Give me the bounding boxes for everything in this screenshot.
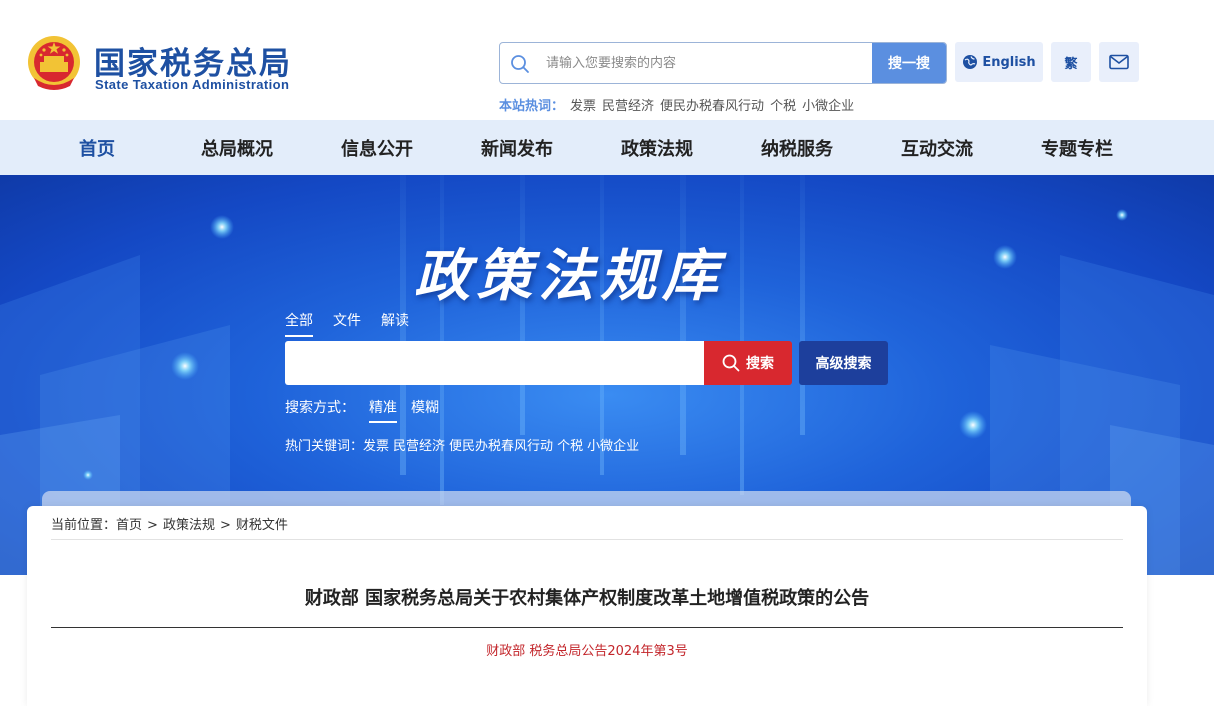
- search-mode: 搜索方式： 精准 模糊: [285, 397, 439, 423]
- tab-interpretations[interactable]: 解读: [381, 310, 409, 337]
- hot-keywords-label: 热门关键词：: [285, 439, 364, 454]
- policy-library-title: 政策法规库: [414, 243, 724, 309]
- nav-item-info-disclosure[interactable]: 信息公开: [307, 120, 447, 175]
- tab-all[interactable]: 全部: [285, 310, 313, 337]
- search-mode-label: 搜索方式：: [285, 400, 355, 416]
- hotword-link[interactable]: 便民办税春风行动: [660, 99, 764, 114]
- library-search-label: 搜索: [746, 356, 774, 372]
- document-number: 财政部 税务总局公告2024年第3号: [486, 644, 688, 659]
- nav-item-home[interactable]: 首页: [27, 120, 167, 175]
- header-search-button[interactable]: 搜一搜: [872, 43, 946, 83]
- hotword-link[interactable]: 小微企业: [802, 99, 854, 114]
- nav-item-news[interactable]: 新闻发布: [447, 120, 587, 175]
- main-nav: 首页 总局概况 信息公开 新闻发布 政策法规 纳税服务 互动交流 专题专栏: [0, 120, 1214, 175]
- search-icon: [722, 354, 740, 372]
- site-hotwords: 本站热词： 发票 民营经济 便民办税春风行动 个税 小微企业: [499, 95, 854, 114]
- header-search-input[interactable]: [546, 43, 866, 83]
- title-divider: [51, 627, 1123, 628]
- library-search-input[interactable]: [285, 341, 705, 385]
- hotword-link[interactable]: 个税: [770, 99, 796, 114]
- mode-fuzzy[interactable]: 模糊: [411, 397, 439, 423]
- document-title: 财政部 国家税务总局关于农村集体产权制度改革土地增值税政策的公告: [304, 588, 870, 609]
- nav-item-policy[interactable]: 政策法规: [587, 120, 727, 175]
- library-scope-tabs: 全部 文件 解读: [285, 310, 409, 337]
- hot-keyword-link[interactable]: 个税: [557, 439, 583, 454]
- hot-keyword-link[interactable]: 民营经济: [393, 439, 445, 454]
- breadcrumb-home[interactable]: 首页: [116, 518, 142, 533]
- breadcrumb: 当前位置：首页 > 政策法规 > 财税文件: [51, 514, 288, 533]
- mail-button[interactable]: [1099, 42, 1139, 82]
- nav-item-special-topics[interactable]: 专题专栏: [1007, 120, 1147, 175]
- hotword-link[interactable]: 民营经济: [602, 99, 654, 114]
- breadcrumb-policy[interactable]: 政策法规: [163, 518, 215, 533]
- hot-keyword-link[interactable]: 便民办税春风行动: [449, 439, 553, 454]
- globe-icon: [963, 55, 978, 69]
- nav-item-tax-service[interactable]: 纳税服务: [727, 120, 867, 175]
- english-version-label: English: [982, 54, 1036, 70]
- breadcrumb-separator: >: [219, 518, 231, 533]
- traditional-chinese-button[interactable]: 繁: [1051, 42, 1091, 82]
- breadcrumb-label: 当前位置：: [51, 518, 117, 533]
- library-search-button[interactable]: 搜索: [704, 341, 792, 385]
- site-header: 国家税务总局 State Taxation Administration 搜一搜…: [0, 0, 1214, 120]
- nav-item-overview[interactable]: 总局概况: [167, 120, 307, 175]
- site-name-en[interactable]: State Taxation Administration: [95, 77, 289, 92]
- national-emblem-icon[interactable]: [26, 34, 82, 92]
- tab-documents[interactable]: 文件: [333, 310, 361, 337]
- breadcrumb-fiscal-documents[interactable]: 财税文件: [236, 518, 288, 533]
- hot-keyword-link[interactable]: 小微企业: [587, 439, 639, 454]
- mode-exact[interactable]: 精准: [369, 397, 397, 423]
- search-icon: [511, 55, 529, 73]
- header-search-box: 搜一搜: [499, 42, 947, 84]
- advanced-search-button[interactable]: 高级搜索: [799, 341, 888, 385]
- hotwords-label: 本站热词：: [499, 99, 565, 114]
- mail-icon: [1109, 54, 1129, 70]
- hot-keyword-link[interactable]: 发票: [363, 439, 389, 454]
- breadcrumb-divider: [51, 539, 1123, 540]
- nav-item-interaction[interactable]: 互动交流: [867, 120, 1007, 175]
- english-version-button[interactable]: English: [955, 42, 1043, 82]
- document-card: 当前位置：首页 > 政策法规 > 财税文件 财政部 国家税务总局关于农村集体产权制度改革…: [27, 506, 1147, 706]
- hotword-link[interactable]: 发票: [570, 99, 596, 114]
- library-hot-keywords: 热门关键词：发票 民营经济 便民办税春风行动 个税 小微企业: [285, 435, 643, 454]
- breadcrumb-separator: >: [147, 518, 158, 533]
